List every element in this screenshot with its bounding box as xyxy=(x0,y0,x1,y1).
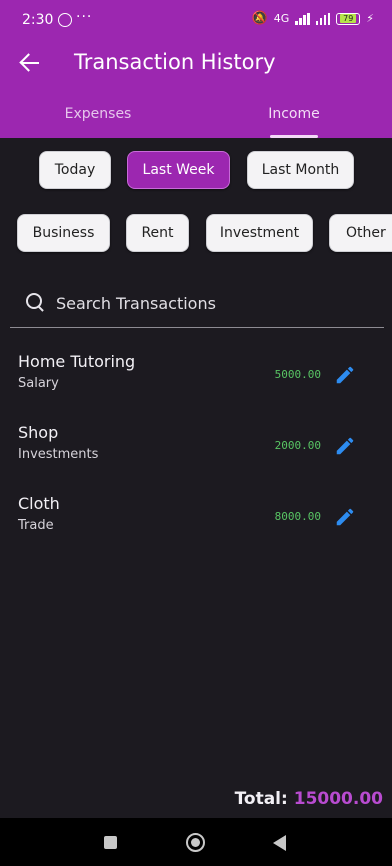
transaction-category: Investments xyxy=(18,447,99,462)
back-triangle-icon[interactable] xyxy=(273,835,286,851)
filter-chip-last-month[interactable]: Last Month xyxy=(247,151,354,189)
transaction-row[interactable]: Cloth Trade 8000.00 xyxy=(0,494,392,550)
category-chip-investment[interactable]: Investment xyxy=(206,214,313,252)
page-title: Transaction History xyxy=(74,50,276,74)
system-nav-bar xyxy=(0,818,392,866)
home-icon[interactable] xyxy=(186,833,205,852)
mute-icon: 🔕 xyxy=(251,11,268,26)
tab-bar: Expenses Income xyxy=(0,96,392,138)
signal-icon-2 xyxy=(315,12,331,25)
charging-icon: ⚡ xyxy=(366,12,374,25)
transaction-amount: 2000.00 xyxy=(274,439,321,452)
edit-pencil-icon[interactable] xyxy=(334,506,356,528)
transaction-row[interactable]: Home Tutoring Salary 5000.00 xyxy=(0,352,392,408)
battery-level: 79 xyxy=(340,14,357,23)
transaction-name: Home Tutoring xyxy=(18,352,136,371)
network-type: 4G xyxy=(273,12,290,25)
category-chip-rent[interactable]: Rent xyxy=(126,214,189,252)
transaction-name: Shop xyxy=(18,423,59,442)
transaction-category: Salary xyxy=(18,376,59,391)
battery-icon: 79 xyxy=(336,12,361,25)
transaction-row[interactable]: Shop Investments 2000.00 xyxy=(0,423,392,479)
filter-chip-today[interactable]: Today xyxy=(39,151,111,189)
transaction-category: Trade xyxy=(18,518,54,533)
transaction-amount: 5000.00 xyxy=(274,368,321,381)
search-input[interactable] xyxy=(56,288,366,318)
total-summary: Total: 15000.00 xyxy=(235,789,383,809)
category-chip-business[interactable]: Business xyxy=(17,214,110,252)
more-notifications-icon: ··· xyxy=(76,9,93,25)
tab-indicator xyxy=(270,135,318,138)
total-label: Total: xyxy=(234,789,288,809)
recents-icon[interactable] xyxy=(104,836,117,849)
status-right: 🔕 4G 79 ⚡ xyxy=(252,11,374,26)
total-value: 15000.00 xyxy=(293,789,383,809)
signal-icon xyxy=(295,12,310,25)
search-bar xyxy=(10,282,384,328)
back-arrow-icon[interactable] xyxy=(18,50,44,76)
category-chip-other[interactable]: Other xyxy=(329,214,392,252)
transaction-name: Cloth xyxy=(18,494,60,513)
tab-expenses[interactable]: Expenses xyxy=(0,96,196,138)
search-icon xyxy=(26,293,46,313)
transaction-amount: 8000.00 xyxy=(274,510,321,523)
app-bar: Transaction History xyxy=(0,40,392,90)
edit-pencil-icon[interactable] xyxy=(334,435,356,457)
app-header: 2:30 ··· 🔕 4G 79 ⚡ Transaction History E… xyxy=(0,0,392,138)
status-bar: 2:30 ··· 🔕 4G 79 ⚡ xyxy=(0,0,392,40)
tab-income[interactable]: Income xyxy=(196,96,392,138)
filter-chip-last-week[interactable]: Last Week xyxy=(127,151,230,189)
edit-pencil-icon[interactable] xyxy=(334,364,356,386)
status-time: 2:30 xyxy=(22,12,54,28)
whatsapp-icon xyxy=(58,13,72,27)
